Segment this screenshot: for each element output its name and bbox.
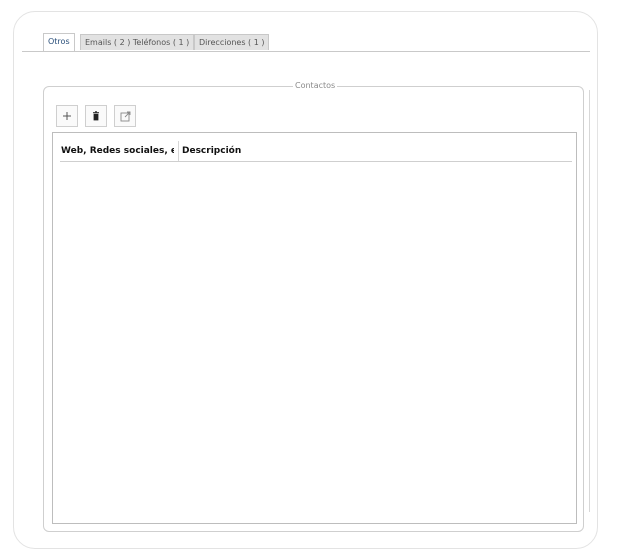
- contacts-legend: Contactos: [293, 80, 338, 92]
- delete-contact-button[interactable]: [85, 105, 107, 127]
- add-contact-button[interactable]: [56, 105, 78, 127]
- contacts-grid: Web, Redes sociales, etc... Descripción: [52, 132, 577, 524]
- grid-header: Web, Redes sociales, etc... Descripción: [60, 141, 572, 162]
- open-contact-button[interactable]: [114, 105, 136, 127]
- tab-otros[interactable]: Otros: [43, 33, 75, 51]
- column-resize-handle[interactable]: [178, 141, 179, 161]
- panel-scroll-edge: [589, 90, 590, 512]
- tab-emails-telefonos[interactable]: Emails ( 2 ) Teléfonos ( 1 ): [80, 34, 195, 50]
- column-header-descripcion[interactable]: Descripción: [182, 144, 382, 158]
- trash-icon: [91, 111, 101, 121]
- plus-icon: [62, 111, 72, 121]
- tab-direcciones[interactable]: Direcciones ( 1 ): [194, 34, 270, 50]
- tab-bar: Otros Emails ( 2 ) Teléfonos ( 1 ) Direc…: [22, 31, 590, 52]
- column-header-web[interactable]: Web, Redes sociales, etc...: [61, 144, 174, 158]
- external-link-icon: [120, 111, 131, 122]
